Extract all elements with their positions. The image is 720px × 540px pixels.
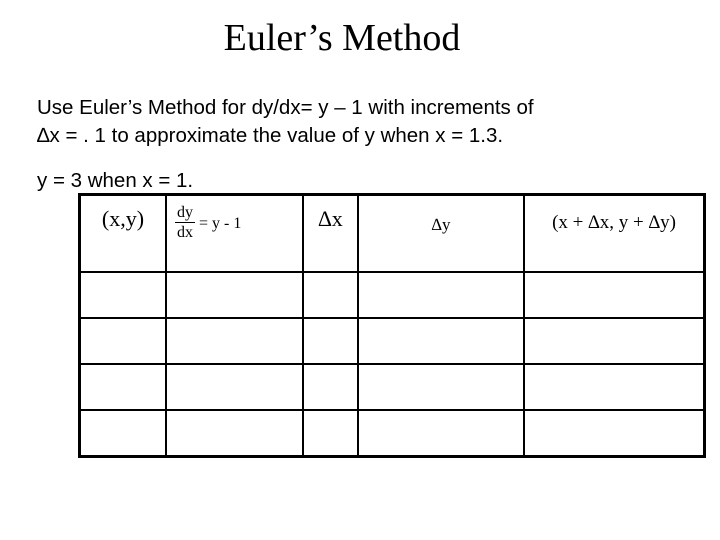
table-cell — [523, 271, 706, 319]
table-row — [78, 363, 706, 411]
table-cell — [523, 409, 706, 458]
table-cell — [357, 271, 525, 319]
table-cell — [78, 409, 167, 458]
table-cell — [302, 271, 359, 319]
page-title: Euler’s Method — [223, 17, 461, 59]
table-row — [78, 271, 706, 319]
table-row — [78, 317, 706, 365]
euler-table: (x,y) dy dx = y - 1 ∆x ∆y (x + ∆x, y + ∆… — [78, 193, 706, 458]
table-cell — [165, 363, 304, 411]
table-cell — [78, 317, 167, 365]
table-row — [78, 409, 706, 458]
table-cell — [302, 409, 359, 458]
table-cell — [302, 317, 359, 365]
initial-condition: y = 3 when x = 1. — [37, 169, 194, 192]
header-slope: dy dx = y - 1 — [165, 193, 304, 273]
header-next-point: (x + ∆x, y + ∆y) — [523, 193, 706, 273]
table-cell — [302, 363, 359, 411]
header-delta-x: ∆x — [302, 193, 359, 273]
table-cell — [165, 409, 304, 458]
header-delta-y: ∆y — [357, 193, 525, 273]
table-cell — [165, 271, 304, 319]
table-cell — [78, 271, 167, 319]
table-header-row: (x,y) dy dx = y - 1 ∆x ∆y (x + ∆x, y + ∆… — [78, 193, 706, 273]
slope-numerator: dy — [175, 204, 195, 223]
slope-fraction: dy dx — [175, 204, 195, 243]
table-cell — [78, 363, 167, 411]
table-cell — [357, 363, 525, 411]
table-cell — [357, 409, 525, 458]
problem-line-1: Use Euler’s Method for dy/dx= y – 1 with… — [37, 96, 534, 119]
table-cell — [165, 317, 304, 365]
table-cell — [357, 317, 525, 365]
header-point: (x,y) — [78, 193, 167, 273]
slope-rhs: = y - 1 — [199, 214, 242, 232]
problem-line-2: ∆x = . 1 to approximate the value of y w… — [37, 124, 504, 147]
slope-denominator: dx — [177, 224, 193, 241]
table-cell — [523, 317, 706, 365]
table-cell — [523, 363, 706, 411]
